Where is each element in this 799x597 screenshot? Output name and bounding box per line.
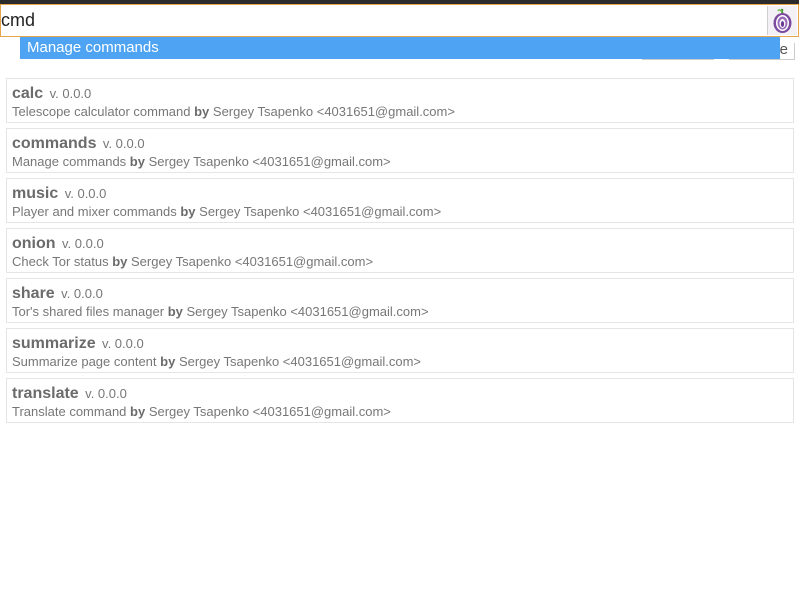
by-label: by: [112, 254, 128, 269]
command-version: v. 0.0.0: [62, 236, 104, 251]
command-version: v. 0.0.0: [64, 186, 107, 201]
command-name: translate: [12, 385, 79, 402]
command-item[interactable]: calc v. 0.0.0 Telescope calculator comma…: [6, 78, 794, 123]
tor-onion-icon[interactable]: [767, 6, 797, 35]
command-author: Sergey Tsapenko <4031651@gmail.com>: [178, 354, 422, 369]
command-version: v. 0.0.0: [61, 286, 103, 301]
command-version: v. 0.0.0: [85, 386, 127, 401]
command-list: calc v. 0.0.0 Telescope calculator comma…: [6, 78, 794, 428]
command-item[interactable]: translate v. 0.0.0 Translate command by …: [6, 378, 794, 423]
command-name: calc: [12, 85, 44, 102]
command-description: Player and mixer commands: [12, 204, 177, 219]
by-label: by: [130, 404, 146, 419]
command-author: Sergey Tsapenko <4031651@gmail.com>: [148, 404, 391, 419]
suggestion-item[interactable]: Manage commands: [20, 37, 780, 59]
command-bar: [0, 4, 799, 37]
command-description: Telescope calculator command: [12, 104, 191, 119]
command-author: Sergey Tsapenko <4031651@gmail.com>: [186, 304, 429, 319]
command-version: v. 0.0.0: [49, 86, 92, 101]
command-name: commands: [12, 135, 97, 152]
command-name: onion: [12, 235, 56, 252]
by-label: by: [194, 104, 210, 119]
command-description: Summarize page content: [12, 354, 157, 369]
command-description: Manage commands: [12, 154, 127, 169]
command-description: Tor's shared files manager: [12, 304, 165, 319]
by-label: by: [160, 354, 176, 369]
by-label: by: [167, 304, 183, 319]
command-description: Check Tor status: [12, 254, 109, 269]
command-name: music: [12, 185, 59, 202]
command-name: share: [12, 285, 55, 302]
command-item[interactable]: summarize v. 0.0.0 Summarize page conten…: [6, 328, 794, 373]
command-version: v. 0.0.0: [102, 136, 145, 151]
by-label: by: [180, 204, 196, 219]
command-item[interactable]: music v. 0.0.0 Player and mixer commands…: [6, 178, 794, 223]
command-input[interactable]: [1, 5, 761, 36]
command-name: summarize: [12, 335, 96, 352]
command-author: Sergey Tsapenko <4031651@gmail.com>: [148, 154, 391, 169]
command-item[interactable]: share v. 0.0.0 Tor's shared files manage…: [6, 278, 794, 323]
command-item[interactable]: commands v. 0.0.0 Manage commands by Ser…: [6, 128, 794, 173]
command-description: Translate command: [12, 404, 127, 419]
command-item[interactable]: onion v. 0.0.0 Check Tor status by Serge…: [6, 228, 794, 273]
command-author: Sergey Tsapenko <4031651@gmail.com>: [131, 254, 374, 269]
by-label: by: [129, 154, 145, 169]
command-version: v. 0.0.0: [102, 336, 144, 351]
command-author: Sergey Tsapenko <4031651@gmail.com>: [199, 204, 442, 219]
command-author: Sergey Tsapenko <4031651@gmail.com>: [212, 104, 455, 119]
